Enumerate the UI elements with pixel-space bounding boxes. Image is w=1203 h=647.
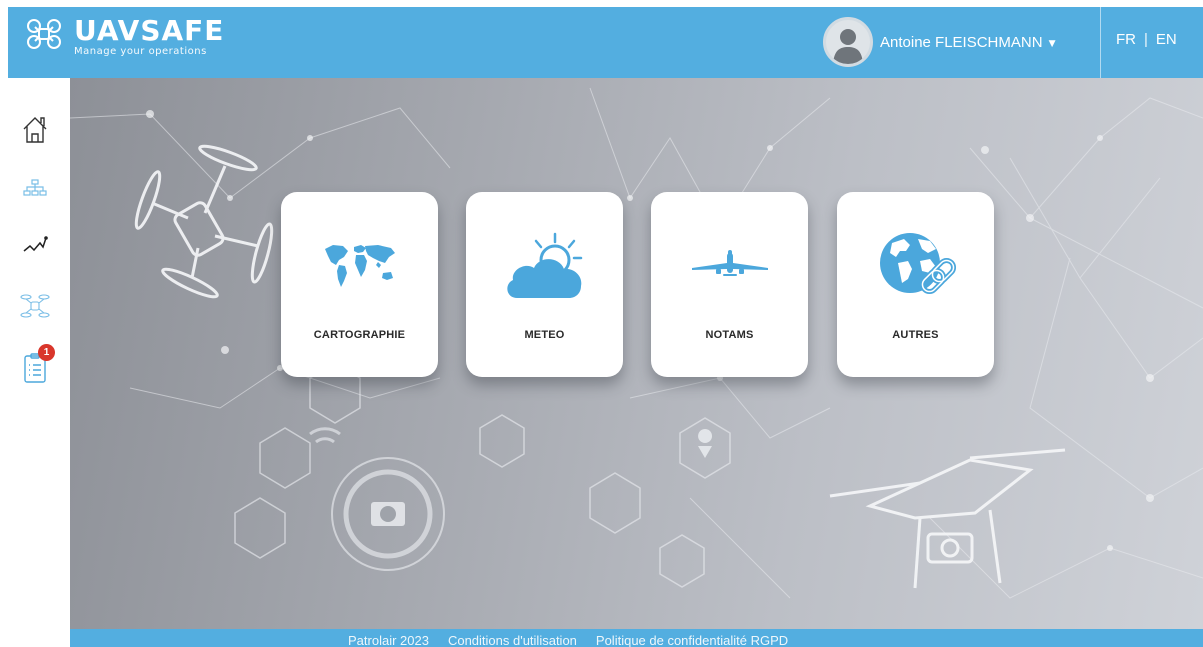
footer-copyright: Patrolair 2023 [348, 633, 429, 647]
footer: Patrolair 2023 Conditions d'utilisation … [70, 629, 1203, 647]
tile-cartographie[interactable]: CARTOGRAPHIE [281, 192, 438, 377]
footer-terms-link[interactable]: Conditions d'utilisation [448, 633, 577, 647]
home-icon [23, 117, 47, 143]
tile-label: AUTRES [892, 329, 939, 341]
user-menu[interactable]: Antoine FLEISCHMANN ▼ [823, 15, 1055, 69]
brand-name: UAVSAFE [74, 14, 225, 47]
tile-label: CARTOGRAPHIE [313, 329, 406, 341]
sidebar-item-home[interactable] [0, 108, 70, 152]
sidebar: 1 [0, 78, 70, 647]
user-silhouette-icon [833, 29, 863, 64]
hierarchy-icon [23, 179, 47, 196]
airplane-icon [691, 250, 768, 276]
sidebar-item-drones[interactable] [0, 284, 70, 328]
globe-link-icon [879, 233, 956, 295]
tile-label: NOTAMS [705, 329, 754, 341]
top-header: UAVSAFE Manage your operations Antoine F… [8, 7, 1203, 78]
cloud-sun-icon [506, 232, 582, 298]
lang-fr-link[interactable]: FR [1116, 31, 1136, 48]
header-divider [1100, 7, 1101, 78]
avatar [823, 17, 873, 67]
tile-meteo[interactable]: METEO [466, 192, 623, 377]
sidebar-item-checklist[interactable]: 1 [0, 344, 70, 392]
brand-tagline: Manage your operations [74, 46, 207, 57]
world-map-icon [324, 245, 395, 287]
lang-separator: | [1144, 31, 1148, 48]
tile-notams[interactable]: NOTAMS [651, 192, 808, 377]
brand[interactable]: UAVSAFE Manage your operations [24, 16, 224, 58]
sidebar-item-hierarchy[interactable] [0, 166, 70, 210]
footer-privacy-link[interactable]: Politique de confidentialité RGPD [596, 633, 788, 647]
user-name: Antoine FLEISCHMANN [880, 33, 1043, 51]
app-root: UAVSAFE Manage your operations Antoine F… [0, 0, 1203, 647]
chevron-down-icon: ▼ [1048, 38, 1056, 49]
tile-autres[interactable]: AUTRES [837, 192, 994, 377]
drone-logo-icon [27, 19, 61, 49]
tile-label: METEO [524, 329, 565, 341]
drone-icon [20, 294, 50, 318]
chart-line-icon [23, 236, 48, 252]
lang-en-link[interactable]: EN [1156, 31, 1177, 48]
main-area: CARTOGRAPHIE METEO NOTAMS AUTRES [70, 78, 1203, 629]
background-network-illustration [70, 87, 1203, 599]
sidebar-item-stats[interactable] [0, 224, 70, 268]
language-switcher: FR | EN [1116, 31, 1177, 48]
notification-badge: 1 [38, 344, 55, 361]
